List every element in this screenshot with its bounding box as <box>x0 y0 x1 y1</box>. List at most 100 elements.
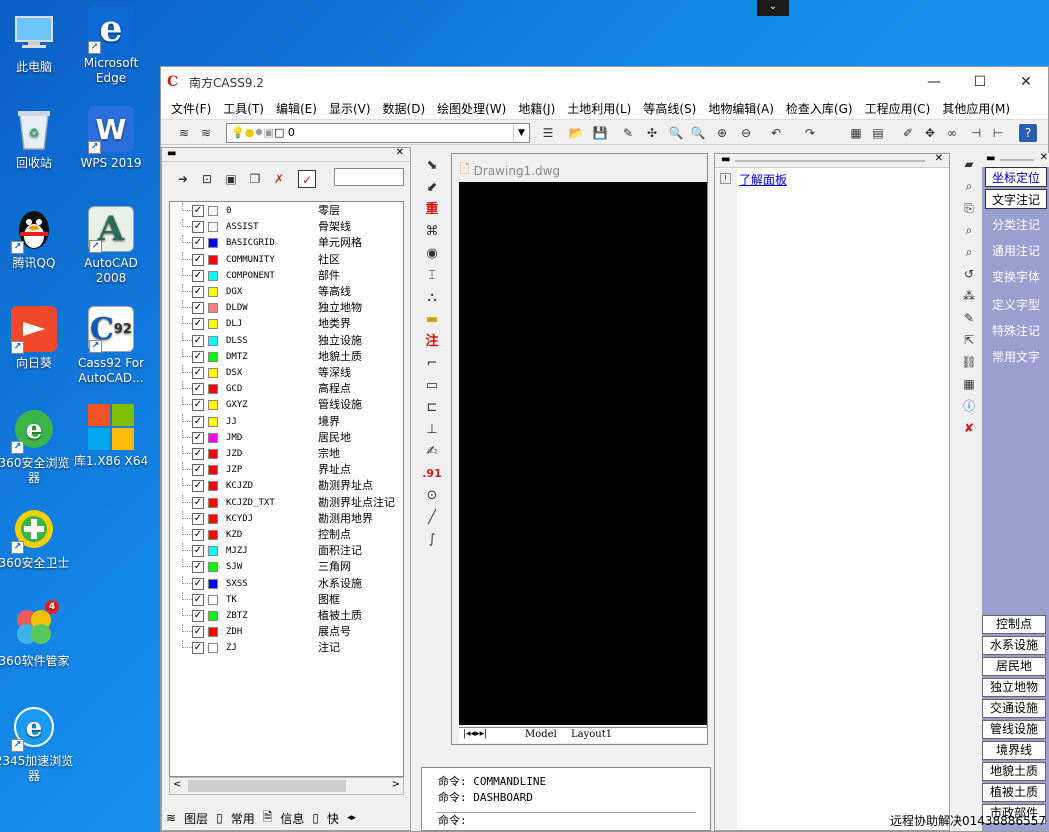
scroll-right-icon[interactable]: > <box>392 779 400 790</box>
zoom-in-icon[interactable]: ⊕ <box>713 124 731 142</box>
cat-pipeline[interactable]: 管线设施 <box>982 720 1046 739</box>
nodes-tool-icon[interactable]: ⁂ <box>958 285 980 307</box>
collapse-icon[interactable]: ▬ <box>721 154 730 165</box>
link-icon[interactable]: ∞ <box>943 124 961 142</box>
info-icon[interactable]: i <box>720 173 731 184</box>
menu-engineering[interactable]: 工程应用(C) <box>859 100 937 117</box>
table-tool-icon[interactable]: ▦ <box>958 373 980 395</box>
menu-tools[interactable]: 工具(T) <box>217 100 270 117</box>
layer-row[interactable]: ✓ KCYDJ 勘测用地界 <box>170 510 402 527</box>
tab-layers[interactable]: 图层 <box>180 810 212 827</box>
panel-close-icon[interactable]: ✕ <box>396 147 404 158</box>
cat-control-point[interactable]: 控制点 <box>982 615 1046 634</box>
line-icon[interactable]: ╱ <box>420 507 444 529</box>
desktop-icon-360-browser[interactable]: e ↗ 360安全浏览器 <box>0 406 74 486</box>
layer-visible-checkbox[interactable]: ✓ <box>192 350 204 363</box>
layer-color-swatch[interactable] <box>208 368 218 378</box>
pencil-icon[interactable]: ✎ <box>619 124 637 142</box>
extend-icon[interactable]: ⊢ <box>989 124 1007 142</box>
layer-visible-checkbox[interactable]: ✓ <box>192 464 204 477</box>
layer-color-swatch[interactable] <box>208 254 218 265</box>
rectangle-icon[interactable]: ▭ <box>420 375 444 397</box>
layer-search-input[interactable] <box>334 168 404 186</box>
menu-feature-edit[interactable]: 地物编辑(A) <box>702 100 780 117</box>
survey-icon[interactable]: ⛬ <box>420 287 444 309</box>
drawing-canvas[interactable] <box>459 182 707 725</box>
desktop-icon-sunlogin[interactable]: ↗ 向日葵 <box>0 306 74 371</box>
menu-coordinate-locate[interactable]: 坐标定位 <box>985 167 1047 187</box>
layer-row[interactable]: ✓ DSX 等深线 <box>170 365 402 381</box>
menu-other[interactable]: 其他应用(M) <box>936 100 1016 117</box>
text-edit-icon[interactable]: ✍ <box>420 441 444 463</box>
grid-icon[interactable]: ▤ <box>869 124 887 142</box>
layer-color-swatch[interactable] <box>208 351 218 362</box>
move-icon[interactable]: ✥ <box>921 124 939 142</box>
menu-file[interactable]: 文件(F) <box>165 100 217 117</box>
redraw-button[interactable]: 重 <box>420 199 444 221</box>
layer-color-swatch[interactable] <box>208 465 218 476</box>
layer-row[interactable]: ✓ DLSS 独立设施 <box>170 332 402 349</box>
layer-row[interactable]: ✓ DMTZ 地貌土质 <box>170 348 402 365</box>
layer-visible-checkbox[interactable]: ✓ <box>192 221 204 234</box>
ruler-icon[interactable]: ▬ <box>420 309 444 331</box>
layer-visible-checkbox[interactable]: ✓ <box>192 334 204 347</box>
zoom-out-icon[interactable]: ⊖ <box>737 124 755 142</box>
layer-row[interactable]: ✓ SXSS 水系设施 <box>170 575 402 592</box>
desktop-icon-library[interactable]: 库1.X86 X64 <box>71 404 151 469</box>
zoom-window-icon[interactable]: 🔍 <box>689 124 707 142</box>
layer-color-swatch[interactable] <box>208 546 218 557</box>
layer-visible-checkbox[interactable]: ✓ <box>192 253 204 266</box>
layer-manager-icon[interactable]: ≋ <box>175 124 193 142</box>
layer-color-swatch[interactable] <box>208 238 218 249</box>
layer-color-swatch[interactable] <box>208 384 218 395</box>
mark-icon[interactable]: ⌶ <box>420 265 444 287</box>
cat-vegetation[interactable]: 植被土质 <box>982 783 1046 802</box>
cat-landform[interactable]: 地貌土质 <box>982 762 1046 781</box>
layer-visible-checkbox[interactable]: ✓ <box>192 496 204 509</box>
layer-visible-checkbox[interactable]: ✓ <box>192 415 204 428</box>
cat-independent-feature[interactable]: 独立地物 <box>982 678 1046 697</box>
tab-arrows-icon[interactable]: ◂▸ <box>343 813 360 823</box>
layer-color-swatch[interactable] <box>208 513 218 524</box>
menu-common-text[interactable]: 常用文字 <box>985 347 1047 367</box>
layer-visible-checkbox[interactable]: ✓ <box>192 383 204 396</box>
zoom-realtime-icon[interactable]: 🔍 <box>667 124 685 142</box>
chevron-down-icon[interactable]: ▼ <box>513 124 529 142</box>
layer-row[interactable]: ✓ ZJ 注记 <box>170 640 402 656</box>
maximize-button[interactable]: ☐ <box>957 67 1003 97</box>
scroll-left-icon[interactable]: < <box>173 779 181 790</box>
layer-visible-checkbox[interactable]: ✓ <box>192 626 204 639</box>
menu-data[interactable]: 数据(D) <box>377 100 432 117</box>
collapse-icon[interactable]: ▬ <box>167 148 176 159</box>
info-circle-icon[interactable]: ⓘ <box>958 395 980 417</box>
check-all-icon[interactable]: ✓ <box>298 170 316 188</box>
new-layer-icon[interactable]: ➜ <box>174 170 192 188</box>
command-input[interactable]: 命令: <box>436 812 696 828</box>
menu-edit[interactable]: 编辑(E) <box>270 100 323 117</box>
panel-close-icon[interactable]: ✕ <box>1040 152 1048 163</box>
layer-row[interactable]: ✓ COMPONENT 部件 <box>170 267 402 284</box>
layer-color-swatch[interactable] <box>208 432 218 443</box>
camera-icon[interactable]: ◉ <box>420 243 444 265</box>
search-tool-icon[interactable]: ⌕ <box>958 219 980 241</box>
polyline-icon[interactable]: ⌐ <box>420 353 444 375</box>
trim-icon[interactable]: ⊣ <box>967 124 985 142</box>
desktop-icon-edge[interactable]: e ↗ Microsoft Edge <box>71 6 151 86</box>
redo-icon[interactable]: ↷ <box>801 124 819 142</box>
layer-visible-checkbox[interactable]: ✓ <box>192 431 204 444</box>
layer-delete-icon[interactable]: ✗ <box>270 170 288 188</box>
menu-define-style[interactable]: 定义字型 <box>985 295 1047 315</box>
cat-residential[interactable]: 居民地 <box>982 657 1046 676</box>
layer-color-swatch[interactable] <box>208 562 218 573</box>
chevron-down-icon[interactable]: ⌄ <box>757 0 789 16</box>
layer-visible-checkbox[interactable]: ✓ <box>192 529 204 541</box>
open-icon[interactable]: 📂 <box>567 124 585 142</box>
panel-close-icon[interactable]: ✕ <box>935 153 943 164</box>
desktop-icon-autocad[interactable]: A ↗ AutoCAD 2008 <box>71 206 151 286</box>
layer-row[interactable]: ✓ JZP 界址点 <box>170 462 402 478</box>
layer-color-swatch[interactable] <box>208 643 218 654</box>
layer-visible-checkbox[interactable]: ✓ <box>192 367 204 379</box>
annotate-button[interactable]: 注 <box>420 331 444 353</box>
cat-boundary[interactable]: 境界线 <box>982 741 1046 760</box>
learn-panel-link[interactable]: 了解面板 <box>739 171 787 188</box>
